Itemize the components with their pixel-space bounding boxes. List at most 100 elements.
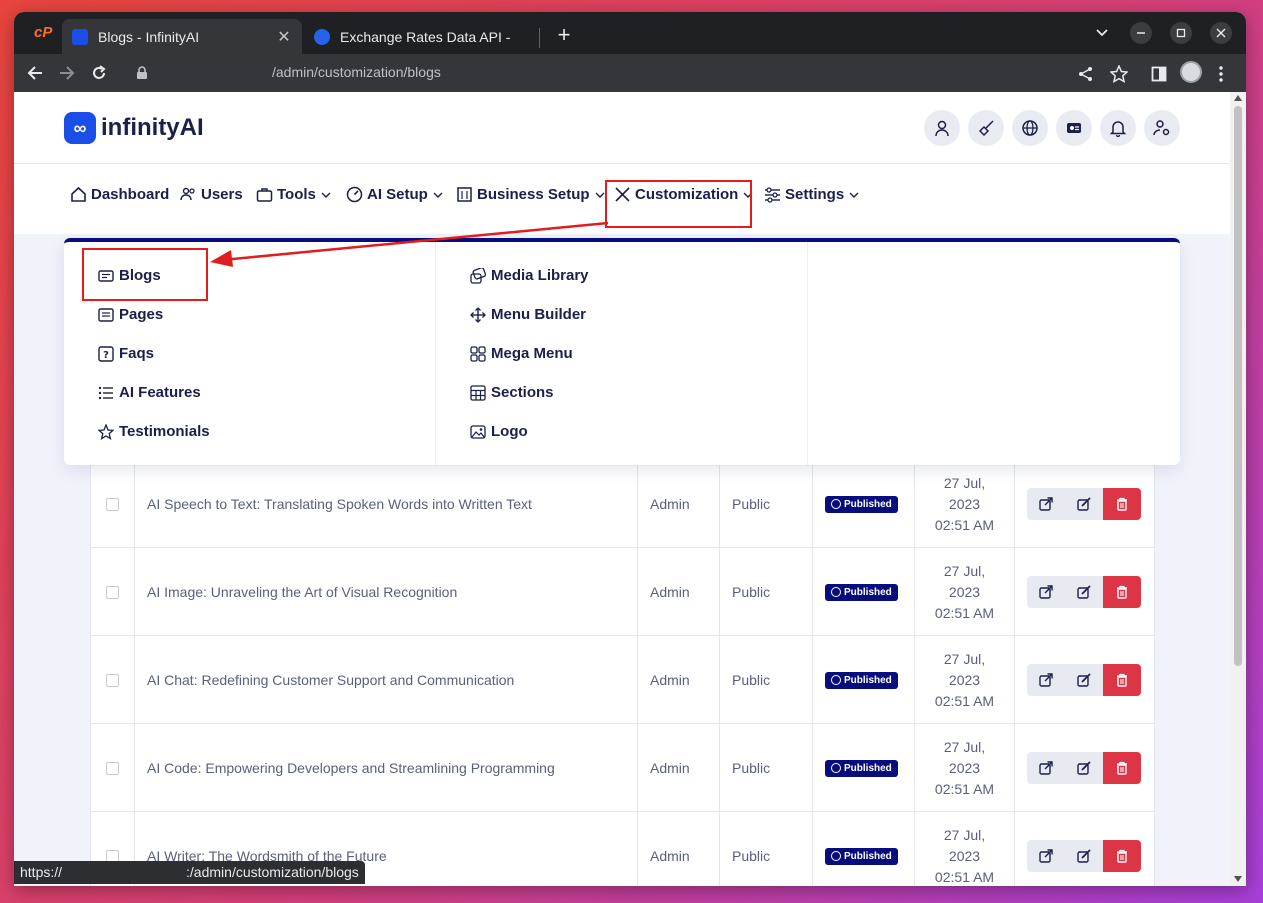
blog-title[interactable]: AI Speech to Text: Translating Spoken Wo… [135,460,638,548]
exchange-favicon-icon [314,28,330,45]
minimize-icon[interactable] [1130,22,1152,44]
blog-title[interactable]: AI Code: Empowering Developers and Strea… [135,724,638,812]
delete-button[interactable] [1103,576,1141,608]
date-day: 27 Jul, [943,474,986,491]
bookmark-star-icon[interactable] [1110,65,1128,83]
edit-icon [1077,673,1091,687]
edit-button[interactable] [1065,488,1103,520]
delete-button[interactable] [1103,488,1141,520]
side-panel-icon[interactable] [1151,66,1167,82]
currency-button[interactable] [1056,110,1092,146]
menu-item-label: Faqs [119,345,155,362]
building-icon [457,187,472,202]
briefcase-icon [256,188,273,202]
notifications-button[interactable] [1100,110,1136,146]
blog-title[interactable]: AI Image: Unraveling the Art of Visual R… [135,548,638,636]
menu-item-mega-menu[interactable]: Mega Menu [470,345,573,362]
scroll-thumb[interactable] [1234,106,1242,666]
delete-button[interactable] [1103,840,1141,872]
delete-button[interactable] [1103,752,1141,784]
delete-button[interactable] [1103,664,1141,696]
nav-tools[interactable]: Tools [256,186,335,203]
blog-author: Admin [638,548,720,636]
edit-button[interactable] [1065,664,1103,696]
blog-visibility: Public [720,548,813,636]
broom-icon [978,120,994,137]
menu-item-ai-features[interactable]: AI Features [98,384,201,401]
maximize-icon[interactable] [1170,22,1192,44]
tab-exchange-rates[interactable]: Exchange Rates Data API - [304,19,542,54]
address-bar[interactable]: /admin/customization/blogs [126,58,1181,88]
actions-cell [1015,636,1155,724]
nav-business-setup[interactable]: Business Setup [456,186,609,203]
blog-visibility: Public [720,636,813,724]
menu-item-faqs[interactable]: ? Faqs [98,345,154,362]
profile-avatar[interactable] [1180,61,1202,83]
status-cell: Published [813,812,915,886]
external-link-icon [1039,849,1053,863]
tab-search-chevron-icon[interactable] [1096,28,1108,38]
row-actions [1027,664,1141,696]
nav-users[interactable]: Users [180,186,243,203]
chevron-down-icon [433,192,443,198]
forward-icon[interactable] [56,62,78,84]
row-checkbox[interactable] [106,761,119,775]
status-text: Published [844,674,892,686]
date-day: 27 Jul, [943,738,986,755]
menu-item-menu-builder[interactable]: Menu Builder [470,306,586,323]
reload-icon[interactable] [88,62,110,84]
view-button[interactable] [1027,664,1065,696]
menu-item-logo[interactable]: Logo [470,423,528,440]
status-cell: Published [813,724,915,812]
tab-title: Exchange Rates Data API - [340,28,511,45]
profile-button[interactable] [924,110,960,146]
view-button[interactable] [1027,752,1065,784]
view-button[interactable] [1027,576,1065,608]
page-scrollbar[interactable] [1230,92,1246,886]
edit-button[interactable] [1065,840,1103,872]
check-circle-icon [831,851,841,861]
nav-ai-setup[interactable]: AI Setup [346,186,447,203]
new-tab-icon[interactable]: + [552,22,576,48]
actions-cell [1015,812,1155,886]
tab-separator [539,28,540,48]
edit-button[interactable] [1065,576,1103,608]
blog-author: Admin [638,724,720,812]
row-checkbox[interactable] [106,585,119,599]
row-checkbox[interactable] [106,673,119,687]
nav-settings[interactable]: Settings [764,186,863,203]
menu-item-pages[interactable]: Pages [98,306,163,323]
edit-icon [1077,497,1091,511]
nav-dashboard[interactable]: Dashboard [70,186,169,203]
more-menu-icon[interactable] [1218,66,1224,82]
view-button[interactable] [1027,488,1065,520]
menu-item-media-library[interactable]: Media Library [470,267,589,284]
column-divider [435,242,436,465]
close-window-icon[interactable] [1210,22,1232,44]
share-icon[interactable] [1078,66,1094,82]
actions-cell [1015,460,1155,548]
clear-cache-button[interactable] [968,110,1004,146]
row-checkbox[interactable] [106,497,119,511]
highlight-box-blogs [82,248,208,301]
view-button[interactable] [1027,840,1065,872]
status-badge: Published [825,671,898,689]
blog-title[interactable]: AI Chat: Redefining Customer Support and… [135,636,638,724]
chevron-down-icon [849,192,859,198]
menu-item-sections[interactable]: Sections [470,384,554,401]
date-day: 27 Jul, [943,826,986,843]
menu-item-testimonials[interactable]: Testimonials [98,423,210,440]
infinityai-logo[interactable]: ∞ infinityAI [64,112,204,144]
date-time: 02:51 AM [934,604,995,621]
cpanel-icon[interactable]: cP [34,25,52,40]
tab-close-icon[interactable]: ✕ [276,27,292,47]
back-icon[interactable] [24,62,46,84]
tab-blogs[interactable]: Blogs - InfinityAI ✕ [62,19,302,54]
external-link-icon [1039,585,1053,599]
row-actions [1027,488,1141,520]
scroll-down-icon[interactable] [1234,876,1242,882]
language-button[interactable] [1012,110,1048,146]
edit-button[interactable] [1065,752,1103,784]
scroll-up-icon[interactable] [1234,95,1242,101]
user-settings-button[interactable] [1144,110,1180,146]
